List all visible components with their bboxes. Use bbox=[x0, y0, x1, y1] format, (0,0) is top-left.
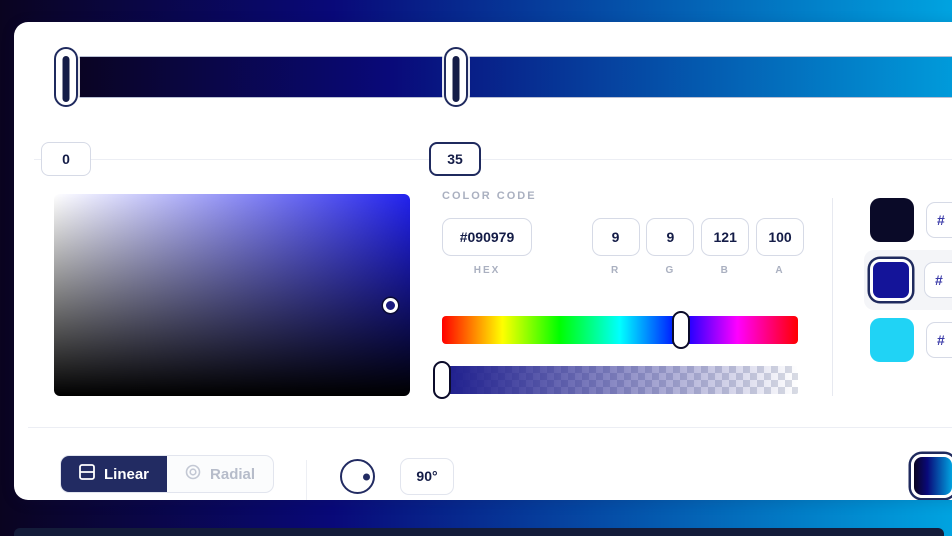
swatch-row-0[interactable]: # bbox=[864, 190, 952, 250]
stops-divider bbox=[34, 159, 952, 160]
toolbar-section-divider bbox=[306, 460, 307, 500]
gradient-result-preview[interactable] bbox=[911, 454, 952, 498]
hex-caption: HEX bbox=[473, 265, 501, 276]
green-input[interactable]: 9 bbox=[646, 218, 695, 256]
radial-label: Radial bbox=[210, 465, 256, 483]
section-divider bbox=[832, 198, 833, 396]
gradient-stop-bar-area bbox=[52, 47, 952, 107]
green-caption: G bbox=[665, 265, 676, 276]
radial-gradient-button[interactable]: Radial bbox=[167, 456, 273, 492]
stop-position-input-1[interactable]: 35 bbox=[429, 142, 481, 176]
blue-field: 121 B bbox=[701, 218, 750, 276]
bottom-bar bbox=[14, 528, 944, 536]
red-caption: R bbox=[610, 265, 621, 276]
gradient-toolbar: Linear Radial bbox=[14, 428, 952, 500]
gradient-editor-panel: 0 35 COLOR CODE #090979 HEX 9 R 9 G 121 … bbox=[14, 22, 952, 500]
alpha-slider[interactable] bbox=[433, 361, 798, 399]
swatch-row-1[interactable]: # bbox=[864, 250, 952, 310]
angle-input[interactable]: 90° bbox=[400, 458, 454, 495]
alpha-input[interactable]: 100 bbox=[756, 218, 805, 256]
green-field: 9 G bbox=[646, 218, 695, 276]
hex-field: #090979 HEX bbox=[442, 218, 532, 276]
linear-gradient-button[interactable]: Linear bbox=[61, 456, 168, 492]
alpha-field: 100 A bbox=[756, 218, 805, 276]
color-code-fields: #090979 HEX 9 R 9 G 121 B 100 A bbox=[442, 218, 805, 276]
swatch-chip-2[interactable] bbox=[870, 318, 914, 362]
hex-input[interactable]: #090979 bbox=[442, 218, 532, 256]
blue-input[interactable]: 121 bbox=[701, 218, 750, 256]
color-code-section: COLOR CODE #090979 HEX 9 R 9 G 121 B 100… bbox=[442, 190, 805, 276]
hue-slider[interactable] bbox=[442, 311, 798, 349]
saturation-value-square[interactable] bbox=[54, 194, 410, 396]
gradient-stop-handle-0[interactable] bbox=[54, 47, 78, 107]
swatch-hex-input-1[interactable]: # bbox=[924, 262, 952, 298]
radial-icon bbox=[185, 464, 201, 484]
angle-dial[interactable] bbox=[340, 459, 375, 494]
swatch-chip-1[interactable] bbox=[870, 259, 912, 301]
linear-icon bbox=[79, 464, 95, 484]
color-code-label: COLOR CODE bbox=[442, 190, 537, 202]
swatch-hex-input-2[interactable]: # bbox=[926, 322, 952, 358]
linear-label: Linear bbox=[104, 465, 150, 483]
gradient-stop-handle-1[interactable] bbox=[444, 47, 468, 107]
alpha-caption: A bbox=[775, 265, 785, 276]
color-picker-body: COLOR CODE #090979 HEX 9 R 9 G 121 B 100… bbox=[14, 190, 952, 406]
red-field: 9 R bbox=[591, 218, 640, 276]
swatch-row-2[interactable]: # bbox=[864, 310, 952, 370]
gradient-preview-bar[interactable] bbox=[66, 56, 952, 98]
gradient-type-toggle: Linear Radial bbox=[60, 455, 275, 493]
red-input[interactable]: 9 bbox=[591, 218, 640, 256]
sv-picker-cursor[interactable] bbox=[383, 298, 398, 313]
stop-position-input-0[interactable]: 0 bbox=[41, 142, 91, 176]
swatch-list: # # # bbox=[864, 190, 952, 370]
gradient-stop-positions: 0 35 bbox=[14, 142, 952, 176]
hue-slider-handle[interactable] bbox=[672, 311, 690, 349]
angle-dial-handle[interactable] bbox=[363, 473, 370, 480]
blue-caption: B bbox=[720, 265, 730, 276]
swatch-chip-0[interactable] bbox=[870, 198, 914, 242]
swatch-hex-input-0[interactable]: # bbox=[926, 202, 952, 238]
alpha-slider-handle[interactable] bbox=[433, 361, 451, 399]
